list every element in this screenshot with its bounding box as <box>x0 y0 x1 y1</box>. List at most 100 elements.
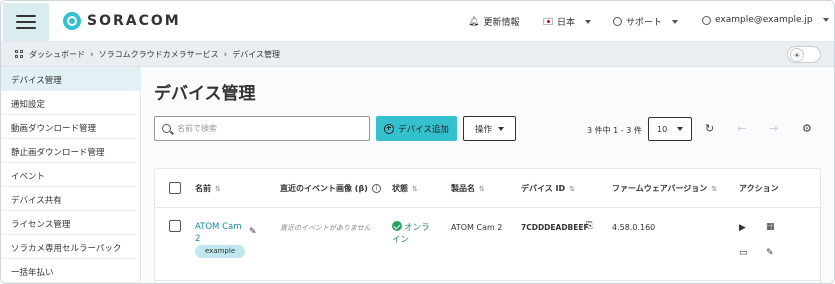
soracom-logo-icon <box>63 12 81 30</box>
status-line2: イン <box>392 235 410 245</box>
plus-circle-icon <box>384 123 395 134</box>
settings-gear-icon[interactable]: ⚙ <box>802 122 812 135</box>
device-table: 名前 ⇅ 直近のイベント画像 (β) i 状態 ⇅ 製品名 ⇅ デバイス ID … <box>154 168 822 283</box>
account-menu[interactable]: example@example.jp <box>702 15 829 25</box>
chevron-down-icon <box>585 19 592 24</box>
column-label: 直近のイベント画像 (β) <box>280 184 368 193</box>
breadcrumb: ダッシュボード › ソラコムクラウドカメラサービス › デバイス管理 <box>15 49 280 60</box>
column-header-product[interactable]: 製品名 ⇅ <box>451 183 485 194</box>
column-header-actions: アクション <box>739 183 779 194</box>
sort-icon: ⇅ <box>215 184 221 193</box>
latest-event-text: 直近のイベントがありません <box>280 224 371 232</box>
operations-label: 操作 <box>474 124 492 135</box>
pagination-summary: 3 件中 1 - 3 件 <box>587 126 642 135</box>
device-id: 7CDDDEADBEEF <box>521 223 589 232</box>
user-icon <box>702 15 711 25</box>
top-header: SORACOM 🔔︎ 更新情報 日本 サポート example@example.… <box>1 1 834 42</box>
theme-toggle[interactable]: ☀ <box>787 46 821 63</box>
support-menu[interactable]: サポート <box>613 15 679 28</box>
breadcrumb-dashboard[interactable]: ダッシュボード <box>29 49 85 60</box>
brand-name: SORACOM <box>87 13 181 29</box>
operations-dropdown[interactable]: 操作 <box>463 116 516 141</box>
add-device-button[interactable]: デバイス追加 <box>376 116 457 141</box>
sidebar-item-device-sharing[interactable]: デバイス共有 <box>1 187 141 211</box>
copy-icon[interactable]: ⎘ <box>586 221 593 231</box>
sidebar-item-label: ライセンス管理 <box>11 220 71 230</box>
sidebar-item-license-management[interactable]: ライセンス管理 <box>1 211 141 235</box>
column-header-status[interactable]: 状態 ⇅ <box>392 183 418 194</box>
device-name-line1: ATOM Cam <box>195 222 242 232</box>
column-label: ファームウェアバージョン <box>612 184 708 193</box>
column-header-name[interactable]: 名前 ⇅ <box>195 183 221 194</box>
column-label: デバイス ID <box>521 184 566 193</box>
edit-name-pencil-icon[interactable]: ✎ <box>249 227 257 237</box>
edit-pencil-icon[interactable]: ✎ <box>766 248 774 258</box>
check-circle-icon <box>392 221 402 231</box>
soracom-logo[interactable]: SORACOM <box>63 12 181 30</box>
sidebar-item-events[interactable]: イベント <box>1 163 141 187</box>
japan-flag-icon <box>543 18 553 25</box>
language-selector[interactable]: 日本 <box>543 15 592 28</box>
chevron-down-icon <box>672 19 679 24</box>
breadcrumb-device-management: デバイス管理 <box>232 50 280 59</box>
per-page-select[interactable]: 10 <box>648 117 692 141</box>
whats-new-label: 更新情報 <box>483 18 520 28</box>
sidebar-item-annual-payment[interactable]: 一括年払い <box>1 259 141 283</box>
support-label: サポート <box>626 18 663 28</box>
next-page-icon[interactable]: → <box>769 122 778 135</box>
sidebar-item-label: 静止画ダウンロード管理 <box>11 148 105 158</box>
per-page-value: 10 <box>657 124 668 134</box>
previous-page-icon[interactable]: ← <box>737 122 746 135</box>
whats-new-link[interactable]: 🔔︎ 更新情報 <box>468 15 520 29</box>
sort-icon: ⇅ <box>711 184 718 193</box>
sidebar-item-label: ソラカメ専用セルラーパック <box>11 244 122 254</box>
refresh-icon[interactable]: ↻ <box>705 122 714 135</box>
add-device-label: デバイス追加 <box>398 124 449 135</box>
sidebar-item-notification-settings[interactable]: 通知設定 <box>1 91 141 115</box>
chevron-down-icon <box>677 127 684 131</box>
chevron-down-icon <box>498 126 504 131</box>
status-online: オンラ イン <box>392 221 430 246</box>
account-email: example@example.jp <box>715 15 813 25</box>
chevron-down-icon <box>822 18 829 22</box>
firmware-version: 4.58.0.160 <box>612 223 656 232</box>
menu-icon[interactable] <box>3 3 49 41</box>
language-label: 日本 <box>557 18 576 28</box>
sidebar-item-device-management[interactable]: デバイス管理 <box>1 67 141 91</box>
status-line1: オンラ <box>404 223 430 233</box>
column-header-device-id[interactable]: デバイス ID ⇅ <box>521 183 575 194</box>
column-header-firmware[interactable]: ファームウェアバージョン ⇅ <box>612 183 717 194</box>
chevron-right-icon: › <box>90 49 94 60</box>
sidebar-item-label: デバイス管理 <box>11 76 62 86</box>
sort-icon: ⇅ <box>479 184 485 193</box>
sidebar-item-label: 一括年払い <box>11 268 54 278</box>
page-title: デバイス管理 <box>154 84 256 104</box>
row-checkbox[interactable] <box>169 220 181 232</box>
column-label: 名前 <box>195 184 211 193</box>
sidebar: デバイス管理 通知設定 動画ダウンロード管理 静止画ダウンロード管理 イベント … <box>1 67 141 283</box>
search-box[interactable] <box>154 116 370 141</box>
select-all-checkbox[interactable] <box>169 182 181 194</box>
sidebar-item-image-downloads[interactable]: 静止画ダウンロード管理 <box>1 139 141 163</box>
column-label: アクション <box>739 184 779 193</box>
sidebar-item-video-downloads[interactable]: 動画ダウンロード管理 <box>1 115 141 139</box>
sort-icon: ⇅ <box>569 184 576 193</box>
main-content: デバイス管理 デバイス追加 操作 3 件中 1 - 3 件 10 ↻ ← → ⚙… <box>142 67 834 283</box>
sun-icon: ☀ <box>791 49 803 61</box>
sidebar-item-label: 通知設定 <box>11 100 46 110</box>
sidebar-item-label: イベント <box>11 172 46 182</box>
sidebar-item-cellular-pack[interactable]: ソラカメ専用セルラーパック <box>1 235 141 259</box>
column-header-latest-event-image: 直近のイベント画像 (β) i <box>280 183 381 194</box>
folder-icon[interactable]: ▭ <box>739 248 748 258</box>
sidebar-item-label: デバイス共有 <box>11 196 62 206</box>
device-tag: example <box>195 245 246 258</box>
video-camera-icon[interactable]: ▶︎ <box>739 223 746 233</box>
search-input[interactable] <box>177 121 362 136</box>
row-divider <box>155 280 822 281</box>
calendar-icon[interactable]: ▦ <box>766 222 775 232</box>
breadcrumb-camera-service[interactable]: ソラコムクラウドカメラサービス <box>99 49 219 60</box>
sort-icon: ⇅ <box>412 184 418 193</box>
info-icon[interactable]: i <box>371 184 381 193</box>
dashboard-icon <box>15 50 24 59</box>
device-name-link[interactable]: ATOM Cam 2 <box>195 221 242 245</box>
